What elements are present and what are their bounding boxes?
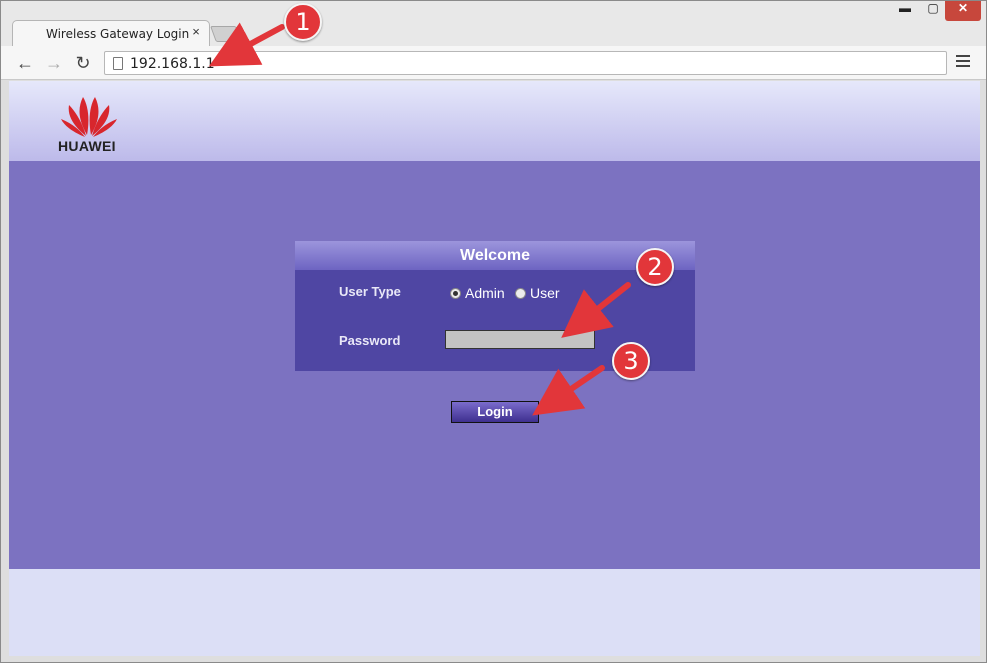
annotation-badge-2: 2 (636, 248, 674, 286)
panel-title: Welcome (295, 241, 695, 270)
title-bar: Wireless Gateway Login × ▬ ▢ ✕ (1, 1, 986, 47)
page-header: HUAWEI (9, 81, 980, 161)
password-field[interactable] (445, 330, 595, 349)
password-label: Password (339, 333, 401, 348)
browser-toolbar: ← → ↻ 192.168.1.1 (1, 46, 986, 80)
login-button[interactable]: Login (451, 401, 539, 423)
admin-radio-label[interactable]: Admin (465, 285, 505, 301)
forward-arrow-icon[interactable]: → (44, 53, 64, 73)
tab-close-icon[interactable]: × (189, 24, 203, 39)
admin-radio-button[interactable] (450, 287, 461, 299)
menu-icon[interactable] (956, 55, 970, 69)
new-tab-button[interactable] (210, 26, 242, 42)
annotation-badge-1: 1 (284, 3, 322, 41)
admin-radio-option[interactable]: Admin (450, 285, 505, 301)
user-type-label: User Type (339, 284, 401, 299)
url-text[interactable]: 192.168.1.1 (130, 56, 215, 72)
tab-title: Wireless Gateway Login (46, 27, 190, 41)
reload-icon[interactable]: ↻ (73, 53, 93, 73)
minimize-button[interactable]: ▬ (891, 1, 919, 21)
maximize-button[interactable]: ▢ (919, 1, 947, 21)
page-icon (113, 57, 123, 70)
address-bar[interactable]: 192.168.1.1 (104, 51, 947, 75)
user-radio-label[interactable]: User (530, 285, 560, 301)
browser-tab[interactable]: Wireless Gateway Login × (12, 20, 210, 47)
annotation-badge-3: 3 (612, 342, 650, 380)
page-content: HUAWEI Welcome User Type Admin User Pass… (9, 81, 980, 656)
browser-window: Wireless Gateway Login × ▬ ▢ ✕ ← → ↻ 192… (0, 0, 987, 663)
login-area: Welcome User Type Admin User Password Lo… (9, 161, 980, 569)
user-radio-button[interactable] (515, 287, 526, 299)
close-window-button[interactable]: ✕ (945, 1, 981, 21)
user-radio-option[interactable]: User (515, 285, 560, 301)
logo-text: HUAWEI (58, 138, 116, 154)
back-arrow-icon[interactable]: ← (15, 53, 35, 73)
